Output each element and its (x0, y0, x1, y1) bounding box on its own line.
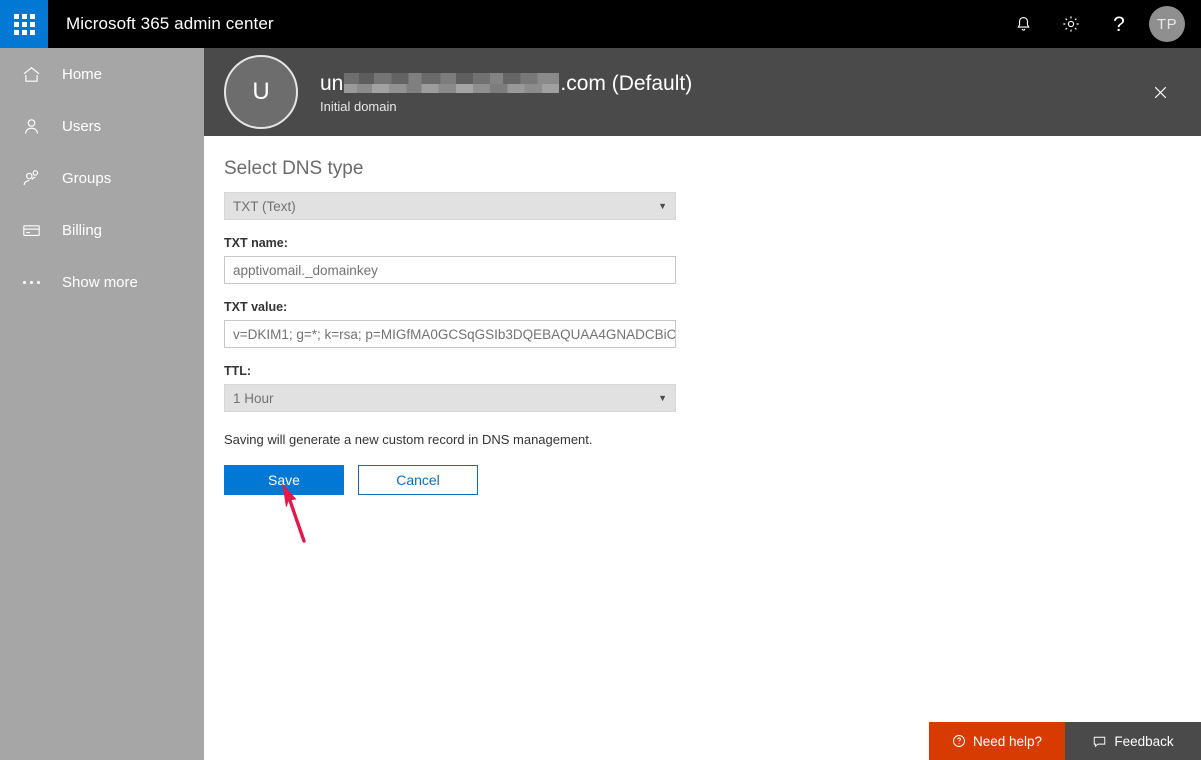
panel-subtitle: Initial domain (320, 99, 397, 114)
chevron-down-icon: ▼ (658, 393, 667, 403)
sidebar-item-users[interactable]: Users (0, 100, 204, 152)
sidebar-item-label: Users (62, 117, 102, 135)
help-button[interactable]: ? (1095, 0, 1143, 48)
cancel-button[interactable]: Cancel (358, 465, 478, 495)
form-actions: Save Cancel (224, 465, 1201, 495)
feedback-label: Feedback (1114, 733, 1174, 749)
ellipsis-icon (14, 265, 48, 299)
txt-name-value: apptivomail._domainkey (233, 262, 378, 278)
user-icon (14, 109, 48, 143)
account-avatar[interactable]: TP (1149, 6, 1185, 42)
question-mark-icon: ? (1113, 12, 1125, 36)
app-launcher-button[interactable] (0, 0, 48, 48)
question-circle-icon (953, 735, 965, 747)
panel-title-prefix: un (320, 72, 344, 95)
form-heading: Select DNS type (224, 158, 364, 179)
dns-record-form: Select DNS type TXT (Text) ▼ TXT name: a… (204, 136, 1201, 495)
txt-name-field: TXT name: apptivomail._domainkey (224, 236, 1201, 284)
txt-name-label: TXT name: (224, 236, 288, 250)
notifications-button[interactable] (999, 0, 1047, 48)
close-button[interactable] (1145, 77, 1175, 107)
txt-value-field: TXT value: v=DKIM1; g=*; k=rsa; p=MIGfMA… (224, 300, 1201, 348)
txt-name-input[interactable]: apptivomail._domainkey (224, 256, 676, 284)
sidebar-item-home[interactable]: Home (0, 48, 204, 100)
suite-bar: Microsoft 365 admin center ? TP (0, 0, 1201, 48)
panel-header-text: un .com (Default) Initial domain (320, 70, 692, 114)
sidebar-item-label: Billing (62, 221, 103, 239)
redacted-domain-text (344, 73, 560, 93)
sidebar-item-label: Home (62, 65, 103, 83)
save-button[interactable]: Save (224, 465, 344, 495)
form-hint: Saving will generate a new custom record… (224, 432, 593, 447)
feedback-button[interactable]: Feedback (1065, 722, 1201, 760)
need-help-label: Need help? (972, 733, 1043, 749)
left-navigation: Home Users Groups Billing Show more (0, 48, 204, 760)
chevron-down-icon: ▼ (658, 201, 667, 211)
settings-button[interactable] (1047, 0, 1095, 48)
need-help-button[interactable]: Need help? (929, 722, 1065, 760)
dns-record-panel: U un .com (Default) Initial domain Selec… (204, 48, 1201, 760)
app-root: Microsoft 365 admin center ? TP Home Use… (0, 0, 1201, 760)
ttl-field: TTL: 1 Hour ▼ (224, 364, 1201, 412)
sidebar-item-show-more[interactable]: Show more (0, 256, 204, 308)
bell-icon (1016, 16, 1030, 31)
txt-value-input[interactable]: v=DKIM1; g=*; k=rsa; p=MIGfMA0GCSqGSIb3D… (224, 320, 676, 348)
sidebar-item-billing[interactable]: Billing (0, 204, 204, 256)
gear-icon (1063, 16, 1079, 32)
ttl-label: TTL: (224, 364, 252, 378)
speech-bubble-icon (1094, 736, 1106, 747)
dns-type-value: TXT (Text) (233, 198, 296, 214)
sidebar-item-label: Show more (62, 273, 138, 291)
sidebar-item-groups[interactable]: Groups (0, 152, 204, 204)
dns-type-select[interactable]: TXT (Text) ▼ (224, 192, 676, 220)
domain-avatar: U (224, 55, 298, 129)
home-icon (14, 57, 48, 91)
close-icon (1154, 86, 1166, 98)
suite-title: Microsoft 365 admin center (66, 14, 274, 33)
credit-card-icon (14, 213, 48, 247)
sidebar-item-label: Groups (62, 169, 112, 187)
ttl-value: 1 Hour (233, 390, 274, 406)
waffle-icon (13, 13, 35, 35)
groups-icon (14, 161, 48, 195)
ttl-select[interactable]: 1 Hour ▼ (224, 384, 676, 412)
bottom-action-bar: Need help? Feedback (929, 722, 1201, 760)
panel-header: U un .com (Default) Initial domain (204, 48, 1201, 136)
suite-bar-actions: ? TP (999, 0, 1201, 48)
panel-title-suffix: .com (Default) (560, 72, 693, 95)
panel-title: un .com (Default) (320, 70, 692, 96)
dns-type-field: TXT (Text) ▼ (224, 192, 1201, 220)
txt-value-label: TXT value: (224, 300, 288, 314)
txt-value-value: v=DKIM1; g=*; k=rsa; p=MIGfMA0GCSqGSIb3D… (233, 326, 676, 342)
